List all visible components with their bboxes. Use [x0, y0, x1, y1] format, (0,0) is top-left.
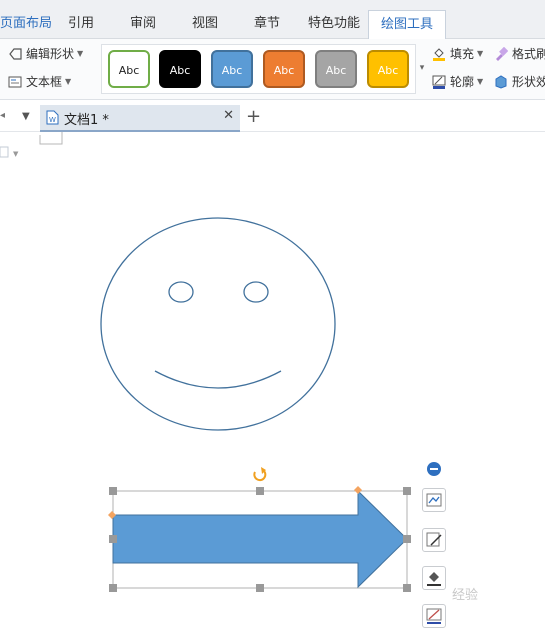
- edit-shape-side-button[interactable]: [422, 528, 446, 552]
- tab-review[interactable]: 审阅: [130, 10, 156, 38]
- document-canvas: ▼: [0, 132, 545, 633]
- resize-handle-left[interactable]: [109, 535, 117, 543]
- tab-drawing-tools[interactable]: 绘图工具: [368, 10, 447, 40]
- resize-handle-bottom[interactable]: [256, 584, 264, 592]
- drawing-layer: ▼: [0, 132, 441, 592]
- svg-text:▼: ▼: [13, 150, 19, 158]
- document-tab-title: 文档1 *: [64, 113, 109, 128]
- ribbon-tabbar: 页面布局 引用 审阅 视图 章节 特色功能 绘图工具: [0, 10, 545, 40]
- edit-shape-button[interactable]: 编辑形状 ▼: [8, 44, 83, 64]
- close-icon[interactable]: ✕: [223, 108, 234, 123]
- fill-bucket-icon: [427, 572, 441, 586]
- cube-icon: [495, 75, 507, 89]
- fill-label: 填充: [450, 47, 475, 61]
- edit-shape-icon: [9, 48, 22, 60]
- outline-label: 轮廓: [450, 75, 475, 89]
- smiley-right-eye: [243, 281, 269, 303]
- fill-bucket-icon: [433, 48, 445, 61]
- pencil-icon: [426, 532, 442, 547]
- resize-handle-bottom-left[interactable]: [109, 584, 117, 592]
- outline-pen-icon: [426, 608, 442, 624]
- shape-effect-label: 形状效果: [512, 75, 545, 89]
- shape-effect-button[interactable]: 形状效果: [494, 72, 545, 92]
- format-painter-button[interactable]: 格式刷: [494, 44, 545, 64]
- outline-side-button[interactable]: [422, 604, 446, 628]
- tab-scroll-left-icon[interactable]: ◂: [0, 110, 5, 121]
- document-tab[interactable]: W 文档1 * ✕: [40, 105, 240, 132]
- gallery-more-button[interactable]: ▾: [416, 44, 428, 92]
- text-box-label: 文本框: [26, 75, 63, 89]
- layout-options-button[interactable]: [422, 488, 446, 512]
- resize-handle-top[interactable]: [256, 487, 264, 495]
- chevron-down-icon: ▼: [65, 77, 72, 86]
- document-icon: W: [46, 110, 59, 125]
- smiley-face-shape[interactable]: [100, 217, 336, 431]
- resize-handle-top-right[interactable]: [403, 487, 411, 495]
- shape-style-gallery: Abc Abc Abc Abc Abc Abc: [101, 44, 416, 94]
- tab-page-layout[interactable]: 页面布局: [0, 10, 52, 38]
- outline-pen-icon: [432, 75, 446, 89]
- edit-shape-label: 编辑形状: [26, 47, 75, 61]
- new-tab-button[interactable]: +: [246, 107, 261, 127]
- outline-button[interactable]: 轮廓 ▼: [432, 72, 483, 92]
- text-box-button[interactable]: 文本框 ▼: [8, 72, 71, 92]
- title-strip: [0, 0, 545, 10]
- style-swatch-black[interactable]: Abc: [159, 50, 201, 88]
- resize-handle-right[interactable]: [403, 535, 411, 543]
- page-corner-mark: [39, 132, 63, 145]
- style-swatch-gold[interactable]: Abc: [367, 50, 409, 88]
- smiley-face-outline: [100, 217, 336, 431]
- smiley-mouth: [154, 370, 282, 389]
- format-painter-label: 格式刷: [512, 47, 545, 61]
- resize-handle-bottom-right[interactable]: [403, 584, 411, 592]
- chevron-down-icon: ▼: [477, 49, 484, 58]
- layout-icon: [426, 493, 442, 507]
- doc-gutter-icon: ▼: [0, 146, 19, 158]
- adjust-handle-head[interactable]: [354, 486, 362, 494]
- rotate-handle[interactable]: [253, 467, 267, 482]
- tab-special-features[interactable]: 特色功能: [308, 10, 360, 38]
- document-tabbar: ◂ ▼ W 文档1 * ✕ +: [0, 105, 545, 132]
- brush-icon: [496, 47, 508, 61]
- chevron-down-icon: ▼: [77, 49, 84, 58]
- right-arrow-shape[interactable]: [112, 489, 408, 589]
- text-box-icon: [8, 76, 22, 88]
- smiley-left-eye: [168, 281, 194, 303]
- chevron-down-icon: ▼: [477, 77, 484, 86]
- style-swatch-blue[interactable]: Abc: [211, 50, 253, 88]
- tab-view[interactable]: 视图: [192, 10, 218, 38]
- tab-references[interactable]: 引用: [68, 10, 94, 38]
- tab-list-icon[interactable]: ▼: [22, 111, 30, 122]
- fill-side-button[interactable]: [422, 566, 446, 590]
- style-swatch-gray[interactable]: Abc: [315, 50, 357, 88]
- resize-handle-top-left[interactable]: [109, 487, 117, 495]
- fill-button[interactable]: 填充 ▼: [432, 44, 483, 64]
- watermark-text: 经验: [452, 588, 479, 603]
- tab-chapter[interactable]: 章节: [254, 10, 280, 38]
- svg-text:W: W: [49, 116, 56, 124]
- style-swatch-orange[interactable]: Abc: [263, 50, 305, 88]
- style-swatch-white[interactable]: Abc: [108, 50, 150, 88]
- collapse-toolbar-button[interactable]: [427, 462, 441, 476]
